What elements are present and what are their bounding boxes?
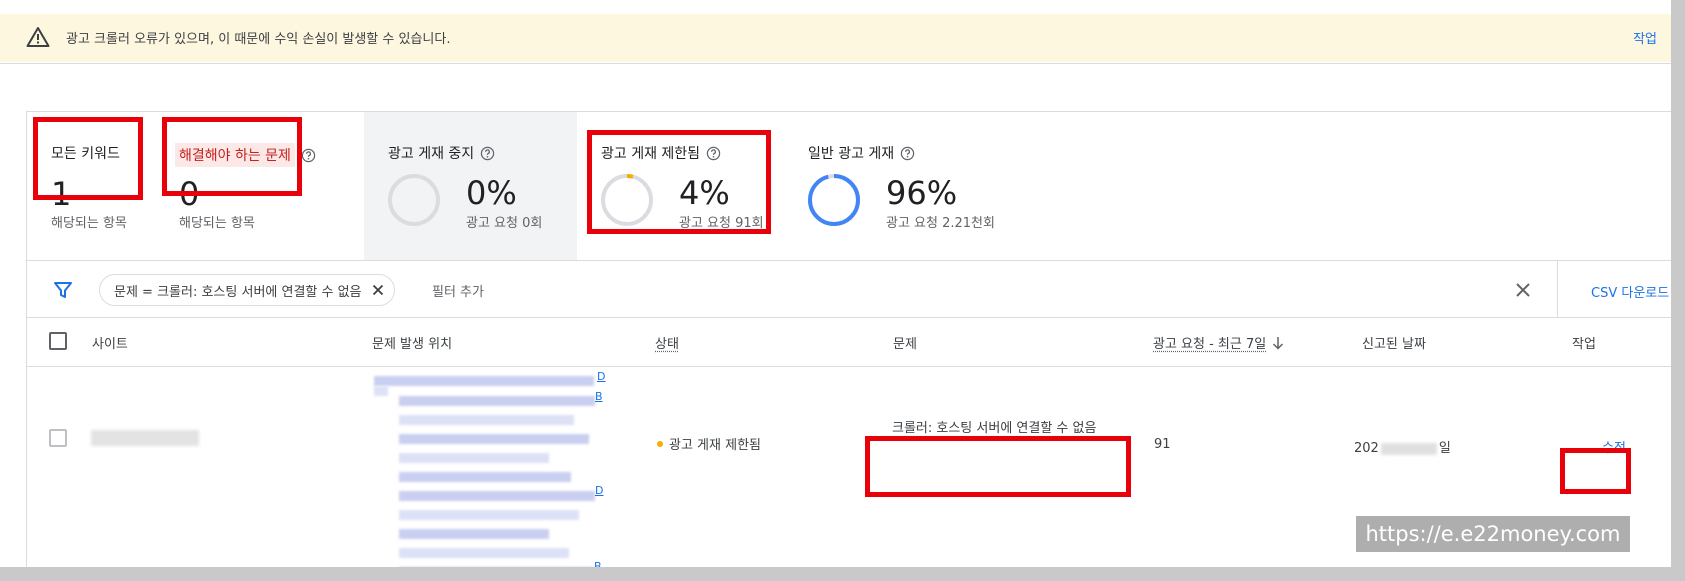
stat-sub: 해당되는 항목 — [51, 216, 127, 231]
highlight-box — [865, 436, 1131, 497]
watermark: https://e.e22money.com — [1356, 516, 1630, 552]
csv-download-button[interactable]: CSV 다운로드 — [1591, 282, 1669, 301]
column-header-location[interactable]: 문제 발생 위치 — [372, 333, 452, 352]
column-header-reported[interactable]: 신고된 날짜 — [1362, 333, 1426, 352]
stat-limited[interactable]: 광고 게재 제한됨 4% 광고 요청 91회 — [577, 112, 790, 260]
edit-button[interactable]: 수정 — [1602, 437, 1626, 456]
warning-icon — [26, 27, 50, 47]
filter-icon[interactable] — [53, 280, 73, 300]
stat-value: 1 — [51, 175, 72, 213]
divider — [27, 260, 1671, 261]
select-all-checkbox[interactable] — [49, 332, 67, 350]
stat-value: 96% — [886, 174, 958, 212]
divider — [1557, 261, 1558, 317]
stat-issues[interactable]: 해결해야 하는 문제 0 해당되는 항목 — [155, 112, 340, 260]
stat-title: 모든 키워드 — [51, 146, 120, 162]
site-name-redacted — [91, 430, 199, 446]
help-icon[interactable] — [480, 146, 495, 161]
warning-dot-icon — [657, 440, 663, 447]
column-header-requests-label: 광고 요청 - 최근 7일 — [1153, 337, 1267, 352]
stat-value: 0% — [466, 174, 517, 212]
column-header-problem[interactable]: 문제 — [893, 333, 917, 352]
stat-title: 광고 게재 제한됨 — [601, 143, 721, 163]
location-link-end[interactable]: D — [597, 370, 605, 383]
filter-chip-label: 문제 = 크롤러: 호스팅 서버에 연결할 수 없음 — [114, 284, 362, 300]
column-header-site[interactable]: 사이트 — [92, 333, 128, 352]
stat-value: 4% — [679, 174, 730, 212]
crawler-errors-card: 모든 키워드 1 해당되는 항목 해결해야 하는 문제 0 해당되는 항목 광고… — [26, 111, 1671, 567]
warning-banner: 광고 크롤러 오류가 있으며, 이 때문에 수익 손실이 발생할 수 있습니다.… — [0, 14, 1671, 62]
column-header-status[interactable]: 상태 — [655, 333, 679, 352]
divider — [27, 366, 1671, 367]
ad-requests-value: 91 — [1154, 437, 1171, 452]
limited-donut-chart — [601, 174, 653, 226]
location-link-end[interactable]: B — [595, 390, 603, 403]
status-label: 광고 게재 제한됨 — [669, 438, 761, 453]
add-filter-button[interactable]: 필터 추가 — [432, 281, 484, 300]
normal-donut-chart — [808, 174, 860, 226]
clear-filters-icon[interactable] — [1513, 280, 1533, 300]
stat-sub: 해당되는 항목 — [179, 216, 255, 231]
stat-title: 광고 게재 중지 — [388, 143, 495, 163]
column-header-action: 작업 — [1572, 337, 1596, 352]
stat-paused[interactable]: 광고 게재 중지 0% 광고 요청 0회 — [364, 112, 577, 260]
column-header-requests[interactable]: 광고 요청 - 최근 7일 — [1153, 333, 1284, 352]
paused-donut-chart — [388, 174, 440, 226]
problem-text: 크롤러: 호스팅 서버에 연결할 수 없음 — [892, 421, 1097, 436]
reported-date: 202 일 — [1354, 441, 1451, 456]
stat-value: 0 — [179, 175, 200, 213]
stat-title: 해결해야 하는 문제 — [175, 143, 316, 167]
stat-title: 일반 광고 게재 — [808, 143, 915, 163]
stat-sub: 광고 요청 0회 — [466, 216, 543, 231]
stat-normal[interactable]: 일반 광고 게재 96% 광고 요청 2.21천회 — [784, 112, 1004, 260]
sort-arrow-down-icon — [1273, 336, 1284, 350]
help-icon[interactable] — [301, 148, 316, 163]
stat-sub: 광고 요청 2.21천회 — [886, 216, 995, 231]
close-icon[interactable] — [370, 282, 386, 298]
divider — [0, 63, 1671, 64]
status-badge: 광고 게재 제한됨 — [657, 434, 761, 453]
stat-sub: 광고 요청 91회 — [679, 216, 764, 231]
row-checkbox[interactable] — [49, 429, 67, 447]
location-link-end[interactable]: D — [595, 484, 603, 497]
stat-all-keywords[interactable]: 모든 키워드 1 해당되는 항목 — [27, 112, 155, 260]
location-link-end[interactable]: B — [594, 560, 602, 567]
help-icon[interactable] — [706, 146, 721, 161]
warning-message: 광고 크롤러 오류가 있으며, 이 때문에 수익 손실이 발생할 수 있습니다. — [66, 32, 451, 47]
help-icon[interactable] — [900, 146, 915, 161]
divider — [27, 317, 1671, 318]
filter-chip[interactable]: 문제 = 크롤러: 호스팅 서버에 연결할 수 없음 — [99, 274, 395, 306]
banner-action-link[interactable]: 작업 — [1633, 28, 1657, 47]
page-frame: 광고 크롤러 오류가 있으며, 이 때문에 수익 손실이 발생할 수 있습니다.… — [0, 0, 1671, 567]
